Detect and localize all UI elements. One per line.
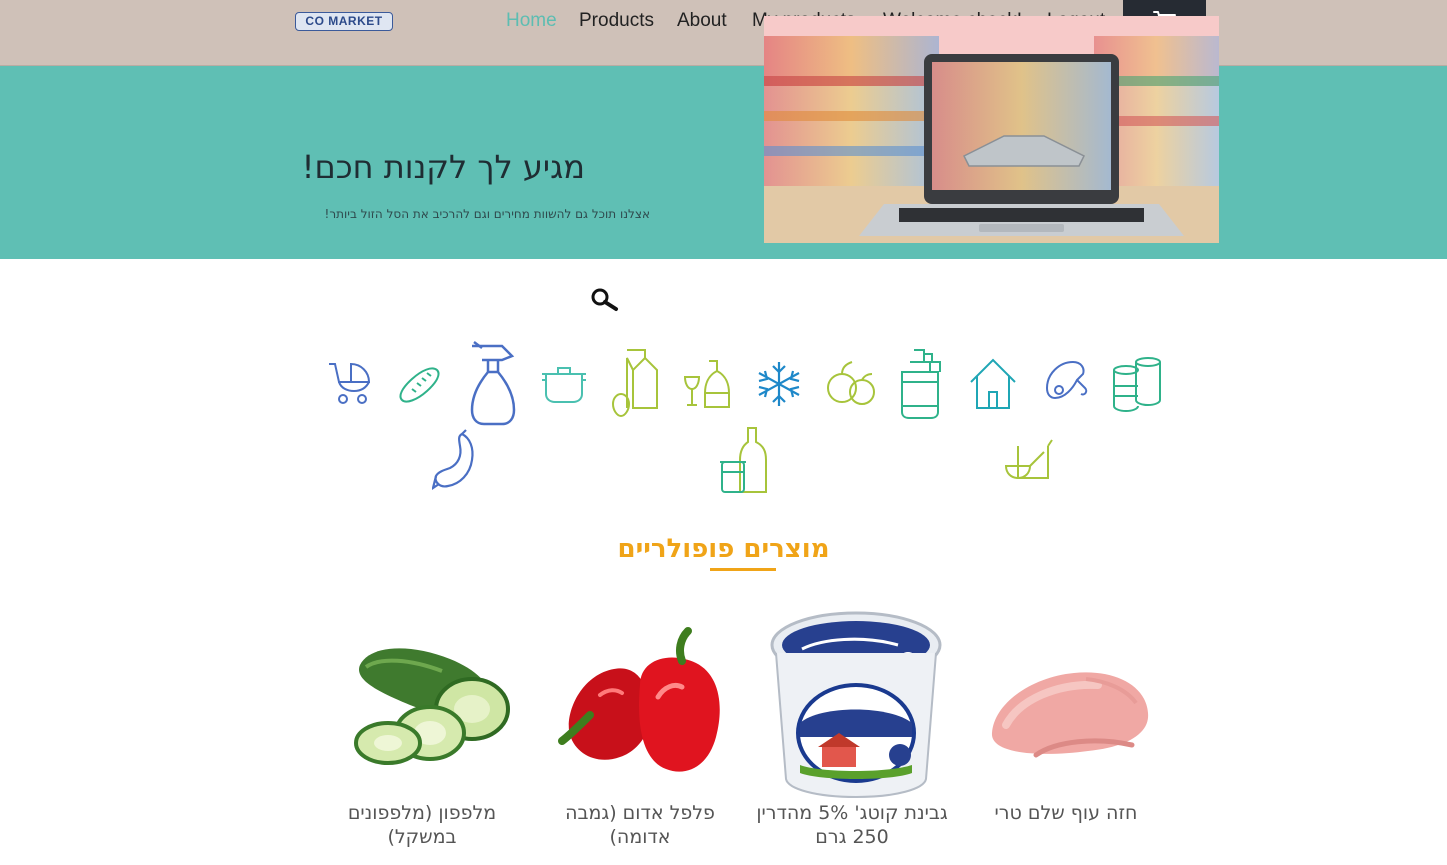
- house-icon: [970, 358, 1016, 409]
- category-dairy[interactable]: [611, 348, 661, 422]
- title-underline: [710, 568, 776, 571]
- category-fruits[interactable]: [826, 360, 876, 414]
- hero-subtitle: אצלנו תוכל גם להשוות מחירים וגם להרכיב א…: [324, 207, 650, 221]
- red-pepper-image: [540, 605, 740, 800]
- category-meat[interactable]: [1041, 358, 1091, 412]
- nav-about[interactable]: About: [677, 10, 727, 32]
- product-card-chicken-breast[interactable]: חזה עוף שלם טרי: [966, 605, 1166, 865]
- milk-carton-icon: [611, 349, 658, 418]
- category-canned[interactable]: [1112, 356, 1162, 416]
- category-cookware[interactable]: [540, 362, 588, 408]
- search-icon: [591, 288, 618, 311]
- sausage-icon: [431, 429, 474, 491]
- category-baby[interactable]: [326, 358, 376, 410]
- kitchenware-icon: [1004, 439, 1053, 480]
- chicken-leg-icon: [1045, 360, 1088, 400]
- product-name: חזה עוף שלם טרי: [994, 802, 1138, 824]
- fruit-icon: [827, 361, 875, 405]
- category-frozen[interactable]: [755, 360, 803, 412]
- search-button[interactable]: [589, 287, 621, 313]
- product-card-cucumber[interactable]: מלפפון (מלפפונים במשקל): [322, 605, 522, 865]
- product-card-red-pepper[interactable]: פלפל אדום (גמבה אדומה): [540, 605, 740, 865]
- cottage-cheese-image: [752, 605, 952, 800]
- category-preserves[interactable]: [718, 426, 770, 498]
- cooking-pot-icon: [542, 367, 586, 403]
- category-kitchen[interactable]: [1004, 438, 1054, 486]
- category-bakery[interactable]: [397, 362, 443, 410]
- hero-banner: [0, 66, 1447, 259]
- popular-products-title: מוצרים פופולריים: [617, 534, 830, 564]
- chicken-breast-image: [966, 605, 1166, 800]
- product-name: פלפל אדום (גמבה אדומה): [565, 802, 715, 848]
- nav-products[interactable]: Products: [579, 10, 654, 32]
- category-deli[interactable]: [431, 428, 482, 496]
- category-hygiene[interactable]: [898, 348, 944, 424]
- hero-laptop-image: [764, 16, 1219, 243]
- soap-dispenser-icon: [901, 349, 941, 419]
- product-name: גבינת קוטג' 5% מהדרין 250 גרם: [756, 802, 948, 848]
- snowflake-icon: [758, 362, 800, 406]
- spray-bottle-icon: [470, 341, 516, 426]
- wine-icon: [683, 360, 730, 408]
- baby-stroller-icon: [329, 362, 371, 404]
- cucumber-image: [322, 605, 522, 800]
- bread-icon: [399, 367, 440, 403]
- nav-home[interactable]: Home: [506, 10, 557, 32]
- bottles-jar-icon: [720, 427, 767, 493]
- canned-food-icon: [1113, 357, 1161, 413]
- logo[interactable]: CO MARKET: [295, 12, 393, 31]
- product-card-cottage-cheese[interactable]: גבינת קוטג' 5% מהדרין 250 גרם: [752, 605, 952, 865]
- hero-title: מגיע לך לקנות חכם!: [301, 148, 585, 186]
- category-cleaning[interactable]: [468, 340, 518, 432]
- category-drinks[interactable]: [683, 359, 733, 415]
- top-navbar: CO MARKET Home Products About My product…: [0, 0, 1447, 66]
- category-home[interactable]: [969, 358, 1017, 414]
- product-name: מלפפון (מלפפונים במשקל): [347, 802, 497, 848]
